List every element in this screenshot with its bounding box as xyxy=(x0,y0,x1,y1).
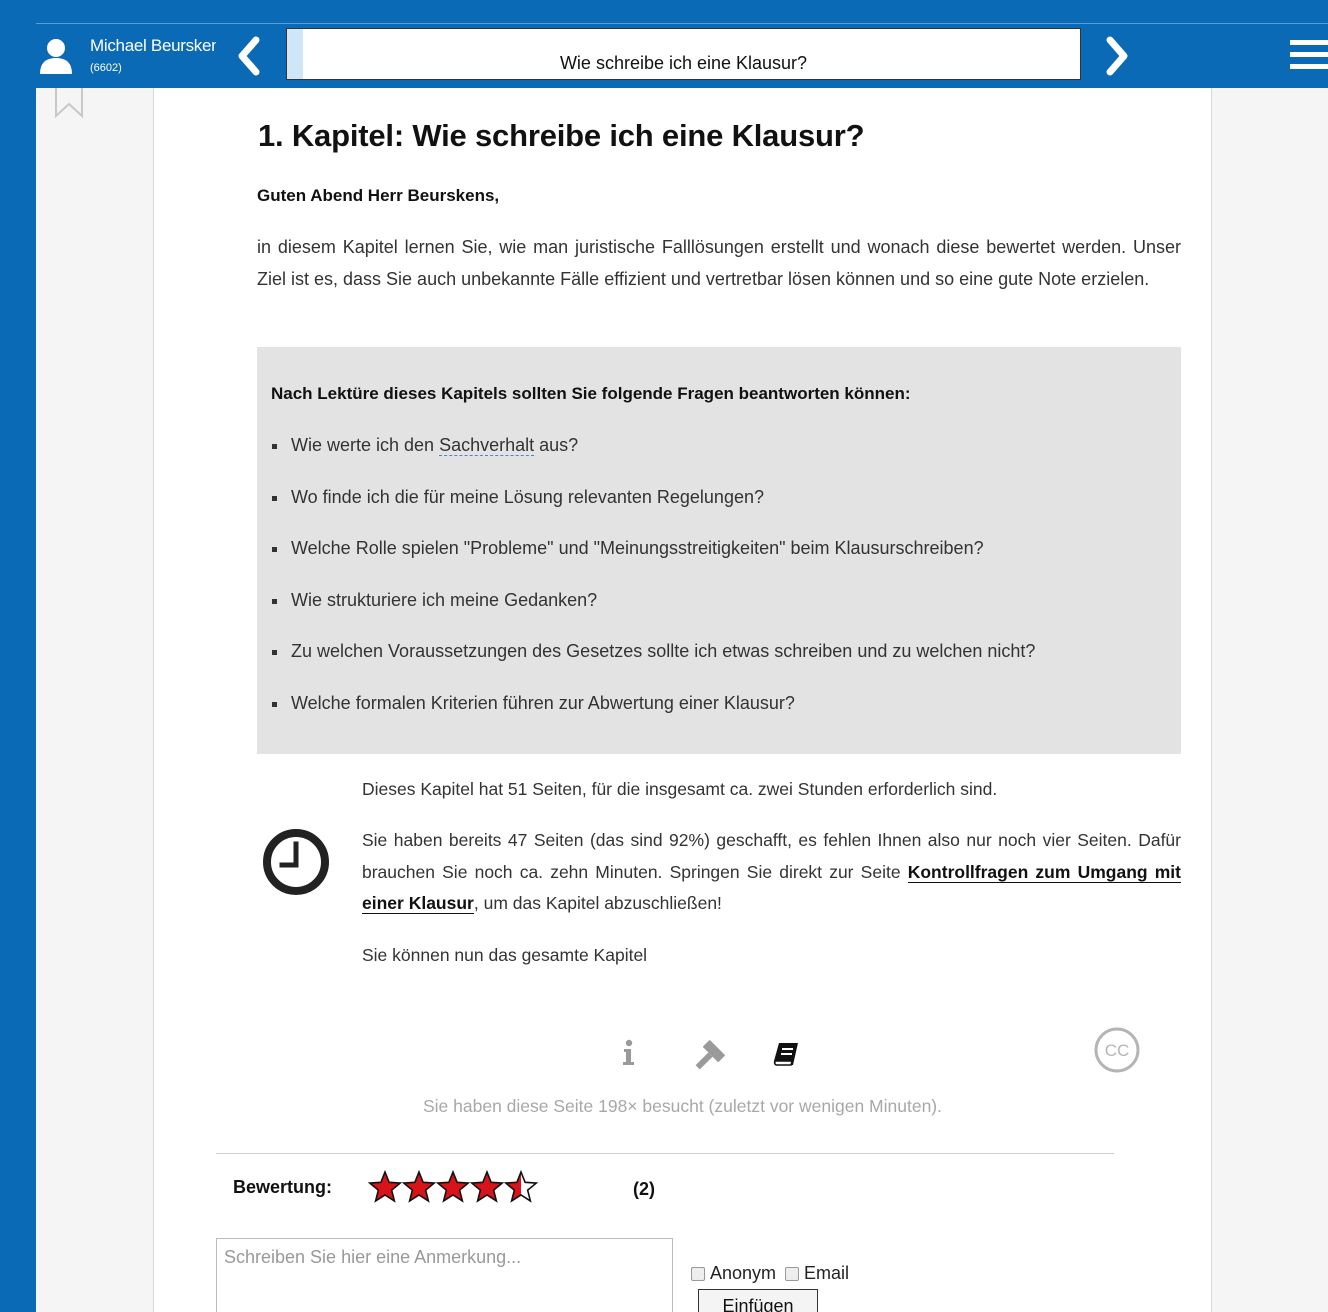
user-icon[interactable] xyxy=(38,38,74,76)
comment-options: Anonym Email xyxy=(691,1263,858,1284)
star-rating[interactable] xyxy=(368,1170,578,1204)
insert-button[interactable]: Einfügen xyxy=(698,1289,818,1312)
info-icon[interactable] xyxy=(619,1038,639,1068)
chapter-content: 1. Kapitel: Wie schreibe ich eine Klausu… xyxy=(153,88,1212,1312)
star-icon[interactable] xyxy=(503,1170,539,1203)
list-item: Zu welchen Voraussetzungen des Gesetzes … xyxy=(271,641,1035,693)
comment-input[interactable] xyxy=(216,1238,673,1312)
star-icon[interactable] xyxy=(435,1170,471,1203)
bookmark-icon[interactable] xyxy=(54,88,84,118)
hammer-icon[interactable] xyxy=(692,1040,726,1072)
user-id: (6602) xyxy=(90,62,122,74)
star-icon[interactable] xyxy=(469,1170,505,1203)
menu-icon[interactable] xyxy=(1290,40,1328,72)
list-item: Wo finde ich die für meine Lösung releva… xyxy=(271,487,1035,539)
top-strip xyxy=(0,0,1328,24)
chapter-progress-info: Sie haben bereits 47 Seiten (das sind 92… xyxy=(362,830,1181,914)
clock-icon xyxy=(263,829,329,895)
chevron-left-icon[interactable] xyxy=(232,36,264,76)
rating-count: (2) xyxy=(633,1179,655,1199)
list-item: Welche Rolle spielen "Probleme" und "Mei… xyxy=(271,538,1035,590)
list-item: Welche formalen Kriterien führen zur Abw… xyxy=(271,693,1035,745)
page-area: 1. Kapitel: Wie schreibe ich eine Klausu… xyxy=(36,88,1328,1312)
user-name[interactable]: Michael Beurskens xyxy=(90,36,216,56)
star-icon[interactable] xyxy=(368,1170,403,1203)
header-top-line xyxy=(36,23,1328,24)
intro-text: in diesem Kapitel lernen Sie, wie man ju… xyxy=(257,237,1181,289)
chevron-right-icon[interactable] xyxy=(1102,36,1134,76)
cc-icon[interactable]: CC xyxy=(1094,1027,1140,1073)
glossary-term-link[interactable]: Sachverhalt xyxy=(439,435,535,456)
learning-goals-box: Nach Lektüre dieses Kapitels sollten Sie… xyxy=(257,347,1181,754)
anonymous-label: Anonym xyxy=(710,1263,777,1283)
header-bar: Michael Beurskens (6602) Wie schreibe ic… xyxy=(36,24,1328,88)
divider xyxy=(216,1153,1114,1154)
list-item: Wie strukturiere ich meine Gedanken? xyxy=(271,590,1035,642)
rating-label: Bewertung: xyxy=(233,1177,332,1197)
svg-text:CC: CC xyxy=(1105,1041,1130,1060)
learning-goals-list: Wie werte ich den Sachverhalt aus? Wo fi… xyxy=(271,435,1035,745)
visit-counter: Sie haben diese Seite 198× besucht (zule… xyxy=(422,1096,942,1116)
chapter-complete-info: Sie können nun das gesamte Kapitel xyxy=(362,945,648,965)
email-checkbox[interactable] xyxy=(785,1266,800,1281)
book-icon[interactable] xyxy=(771,1040,801,1070)
chapter-title-bar[interactable]: Wie schreibe ich eine Klausur? xyxy=(286,28,1081,80)
learning-goals-heading: Nach Lektüre dieses Kapitels sollten Sie… xyxy=(271,384,911,403)
chapter-length-info: Dieses Kapitel hat 51 Seiten, für die in… xyxy=(362,779,998,799)
chapter-title: Wie schreibe ich eine Klausur? xyxy=(559,53,808,73)
chapter-heading: 1. Kapitel: Wie schreibe ich eine Klausu… xyxy=(258,118,865,153)
email-label: Email xyxy=(804,1263,850,1283)
list-item: Wie werte ich den Sachverhalt aus? xyxy=(271,435,1035,487)
greeting: Guten Abend Herr Beurskens, xyxy=(257,186,500,205)
star-icon[interactable] xyxy=(401,1170,437,1203)
anonymous-checkbox[interactable] xyxy=(691,1266,705,1281)
